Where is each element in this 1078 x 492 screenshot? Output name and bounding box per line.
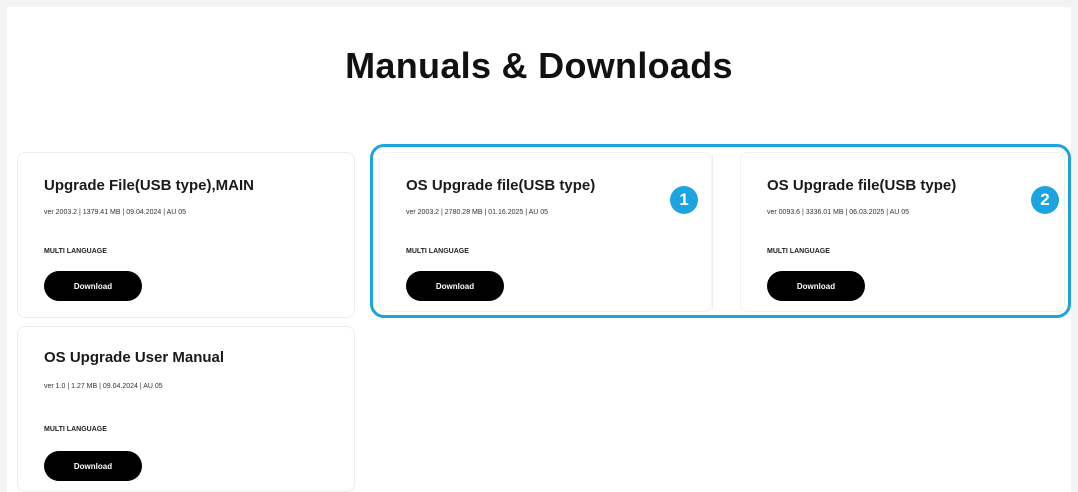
card-meta: ver 0093.6 | 3336.01 MB | 06.03.2025 | A… (767, 209, 910, 216)
card-language: MULTI LANGUAGE (406, 248, 469, 255)
download-button[interactable]: Download (406, 271, 504, 301)
download-button[interactable]: Download (767, 271, 865, 301)
page-title: Manuals & Downloads (345, 45, 733, 86)
card-meta: ver 2003.2 | 2780.28 MB | 01.16.2025 | A… (406, 209, 549, 216)
card-language: MULTI LANGUAGE (767, 248, 830, 255)
download-card-os-upgrade-1: OS Upgrade file(USB type) ver 2003.2 | 2… (379, 152, 712, 312)
card-language: MULTI LANGUAGE (44, 248, 107, 255)
card-title: OS Upgrade file(USB type) (767, 177, 957, 194)
download-card-user-manual: OS Upgrade User Manual ver 1.0 | 1.27 MB… (17, 326, 355, 492)
number-badge-1: 1 (670, 186, 698, 214)
card-language: MULTI LANGUAGE (44, 426, 107, 433)
download-button[interactable]: Download (44, 451, 142, 481)
download-card-upgrade-main: Upgrade File(USB type),MAIN ver 2003.2 |… (17, 152, 355, 318)
download-button[interactable]: Download (44, 271, 142, 301)
card-title: Upgrade File(USB type),MAIN (44, 177, 255, 194)
number-badge-2: 2 (1031, 186, 1059, 214)
card-divider (712, 156, 713, 308)
card-meta: ver 2003.2 | 1379.41 MB | 09.04.2024 | A… (44, 209, 187, 216)
card-title: OS Upgrade file(USB type) (406, 177, 596, 194)
card-title: OS Upgrade User Manual (44, 349, 225, 366)
card-meta: ver 1.0 | 1.27 MB | 09.04.2024 | AU 05 (44, 383, 163, 390)
download-card-os-upgrade-2: OS Upgrade file(USB type) ver 0093.6 | 3… (740, 152, 1065, 312)
